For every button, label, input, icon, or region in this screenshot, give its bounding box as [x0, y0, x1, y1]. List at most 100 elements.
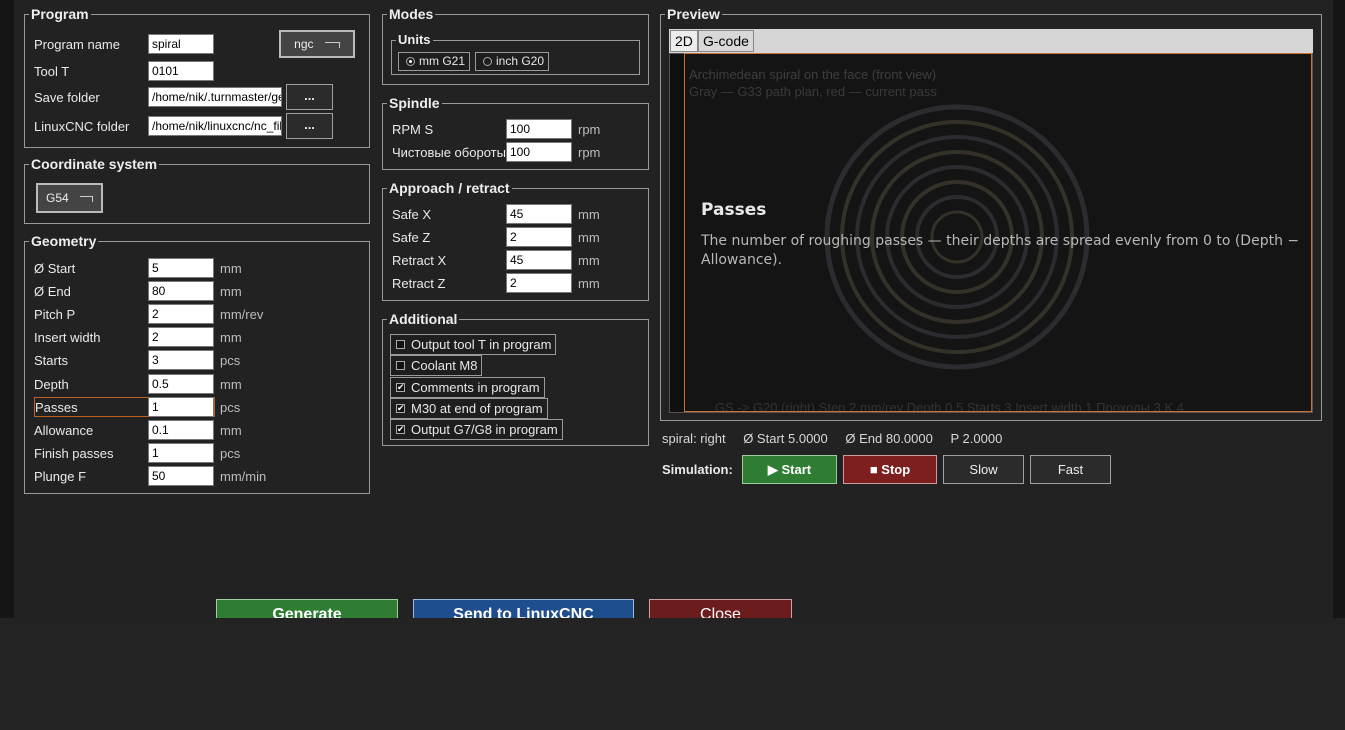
simulation-start-button[interactable]: ▶ Start — [742, 455, 837, 484]
coordinate-system-legend: Coordinate system — [29, 156, 160, 172]
window-right-border — [1333, 0, 1345, 618]
preview-caption-1: Archimedean spiral on the face (front vi… — [689, 67, 937, 82]
checkbox-output-g7-g8-in-program[interactable]: ✔ Output G7/G8 in program — [390, 419, 563, 441]
geometry-start-unit: mm — [220, 261, 242, 276]
simulation-slow-button[interactable]: Slow — [943, 455, 1024, 484]
geometry-finish-passes-input[interactable]: 1 — [148, 443, 214, 463]
tooltip-title: Passes — [701, 200, 767, 220]
preview-legend: Preview — [665, 6, 722, 22]
geometry-insert-width-unit: mm — [220, 330, 242, 345]
approach-retract-legend: Approach / retract — [387, 180, 512, 196]
spindle-row-1-input[interactable]: 100 — [506, 142, 572, 162]
simulation-stop-button[interactable]: ■ Stop — [843, 455, 937, 484]
checkbox-checked-icon: ✔ — [396, 424, 405, 435]
approach-safe-z-input[interactable]: 2 — [506, 227, 572, 247]
app-window: Program Program name spiral ngc Tool T 0… — [0, 0, 1345, 618]
geometry-plunge-f-input[interactable]: 50 — [148, 466, 214, 486]
simulation-fast-button[interactable]: Fast — [1030, 455, 1111, 484]
geometry-allowance-input[interactable]: 0.1 — [148, 420, 214, 440]
save-folder-input[interactable]: /home/nik/.turnmaster/ge — [148, 87, 282, 107]
status-start: Ø Start 5.0000 — [743, 431, 828, 446]
approach-safe-x-label: Safe X — [392, 207, 432, 222]
tab-2d[interactable]: 2D — [670, 30, 698, 52]
checkbox-output-tool-t-in-program[interactable]: Output tool T in program — [390, 334, 557, 355]
units-mm-radio[interactable]: mm G21 — [398, 52, 471, 71]
simulation-label: Simulation: — [662, 462, 733, 477]
linuxcnc-folder-browse-button[interactable]: ... — [286, 113, 333, 139]
checkbox-coolant-m8[interactable]: Coolant M8 — [390, 355, 483, 377]
geometry-pitch-p-input[interactable]: 2 — [148, 304, 214, 324]
coordinate-system-select[interactable]: G54 — [36, 183, 103, 213]
geometry-pitch-p-unit: mm/rev — [220, 307, 264, 322]
tool-input[interactable]: 0101 — [148, 61, 214, 81]
spindle-legend: Spindle — [387, 95, 442, 111]
checkbox-label: Coolant M8 — [411, 358, 478, 374]
units-mm-label: mm G21 — [419, 54, 466, 68]
geometry-starts-label: Starts — [34, 353, 68, 368]
linuxcnc-folder-label: LinuxCNC folder — [34, 119, 130, 134]
geometry-end-input[interactable]: 80 — [148, 281, 214, 301]
checkbox-unchecked-icon — [396, 361, 405, 371]
approach-retract-x-input[interactable]: 45 — [506, 250, 572, 270]
status-mode: spiral: right — [662, 431, 726, 446]
generate-button[interactable]: Generate — [216, 599, 398, 618]
geometry-passes-input[interactable]: 1 — [148, 397, 214, 417]
geometry-starts-unit: pcs — [220, 353, 241, 368]
spindle-row-1-label: Чистовые обороты — [392, 145, 506, 160]
checkbox-label: M30 at end of program — [411, 400, 543, 416]
status-line: spiral: right Ø Start 5.0000 Ø End 80.00… — [662, 431, 1002, 446]
tab-gcode[interactable]: G-code — [698, 30, 754, 52]
radio-selected-icon — [406, 57, 415, 66]
checkbox-m30-at-end-of-program[interactable]: ✔ M30 at end of program — [390, 397, 548, 419]
approach-safe-z-label: Safe Z — [392, 230, 431, 245]
status-end: Ø End 80.0000 — [845, 431, 933, 446]
send-to-linuxcnc-button[interactable]: Send to LinuxCNC — [413, 599, 634, 618]
preview-canvas[interactable]: Archimedean spiral on the face (front vi… — [684, 53, 1312, 412]
spindle-rpm-s-input[interactable]: 100 — [506, 119, 572, 139]
geometry-depth-unit: mm — [220, 377, 242, 392]
extension-select[interactable]: ngc — [279, 30, 355, 58]
geometry-allowance-unit: mm — [220, 423, 242, 438]
geometry-insert-width-label: Insert width — [34, 330, 101, 345]
geometry-depth-input[interactable]: 0.5 — [148, 374, 214, 394]
units-inch-label: inch G20 — [496, 54, 545, 68]
geometry-finish-passes-label: Finish passes — [34, 446, 114, 461]
approach-safe-x-input[interactable]: 45 — [506, 204, 572, 224]
approach-retract-x-unit: mm — [578, 253, 600, 268]
linuxcnc-folder-input[interactable]: /home/nik/linuxcnc/nc_file — [148, 116, 282, 136]
geometry-finish-passes-unit: pcs — [220, 446, 241, 461]
geometry-passes-unit: pcs — [220, 400, 241, 415]
spindle-rpm-s-unit: rpm — [578, 122, 601, 137]
program-name-input[interactable]: spiral — [148, 34, 214, 54]
geometry-allowance-label: Allowance — [34, 423, 94, 438]
geometry-legend: Geometry — [29, 233, 99, 249]
radio-unselected-icon — [483, 57, 492, 66]
geometry-plunge-f-label: Plunge F — [34, 469, 87, 484]
geometry-start-input[interactable]: 5 — [148, 258, 214, 278]
tooltip-body: The number of roughing passes — their de… — [701, 233, 1300, 268]
dropdown-icon — [80, 195, 94, 202]
units-legend: Units — [396, 32, 433, 48]
geometry-insert-width-input[interactable]: 2 — [148, 327, 214, 347]
status-pitch: P 2.0000 — [950, 431, 1003, 446]
additional-legend: Additional — [387, 311, 460, 327]
units-inch-radio[interactable]: inch G20 — [475, 52, 550, 71]
preview-caption-2: Gray — G33 path plan, red — current pass — [689, 84, 937, 99]
close-button[interactable]: Close — [649, 599, 792, 618]
window-left-border — [0, 0, 14, 618]
geometry-end-label: Ø End — [34, 284, 71, 299]
background-area — [0, 618, 1345, 730]
geometry-starts-input[interactable]: 3 — [148, 350, 214, 370]
approach-retract-z-unit: mm — [578, 276, 600, 291]
spindle-row-1-unit: rpm — [578, 145, 601, 160]
approach-safe-z-unit: mm — [578, 230, 600, 245]
extension-value: ngc — [294, 37, 314, 51]
checkbox-comments-in-program[interactable]: ✔ Comments in program — [390, 376, 545, 398]
coordinate-system-value: G54 — [45, 191, 69, 205]
geometry-pitch-p-label: Pitch P — [34, 307, 76, 322]
preview-footer: GS -> G20 (right) Step 2 mm/rev Depth 0.… — [715, 400, 1184, 412]
approach-retract-x-label: Retract X — [392, 253, 447, 268]
save-folder-browse-button[interactable]: ... — [286, 84, 333, 110]
approach-retract-z-input[interactable]: 2 — [506, 273, 572, 293]
tool-label: Tool T — [34, 64, 70, 79]
